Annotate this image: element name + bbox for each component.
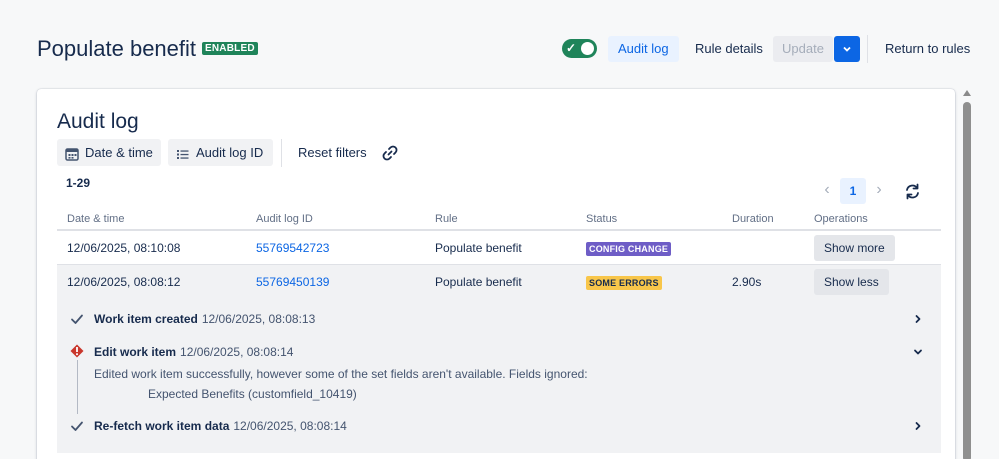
- step-connector: [77, 360, 78, 414]
- step-title: Work item created: [94, 312, 198, 326]
- update-dropdown-button[interactable]: [834, 36, 860, 62]
- column-header-id[interactable]: Audit log ID: [256, 213, 313, 225]
- step-time: 12/06/2025, 08:08:14: [233, 419, 347, 433]
- check-icon: [71, 314, 83, 324]
- check-icon: [71, 421, 83, 431]
- step-title: Edit work item: [94, 345, 177, 359]
- step-time: 12/06/2025, 08:08:13: [201, 312, 316, 326]
- pagination-page[interactable]: 1: [840, 178, 866, 204]
- status-badge: ENABLED: [202, 42, 258, 55]
- rule-header: Populate benefit ENABLED ✓ Audit log Rul…: [0, 0, 999, 90]
- results-range: 1-29: [66, 176, 91, 190]
- row-audit-id-link[interactable]: 55769542723: [256, 241, 329, 255]
- row-date: 12/06/2025, 08:08:12: [67, 275, 181, 289]
- step-title: Re-fetch work item data: [94, 419, 230, 433]
- header-divider: [867, 35, 868, 63]
- calendar-icon: [65, 147, 79, 161]
- row-rule: Populate benefit: [435, 275, 522, 289]
- date-time-filter-button[interactable]: Date & time: [57, 139, 161, 166]
- audit-log-id-filter-label: Audit log ID: [196, 145, 264, 160]
- row-date: 12/06/2025, 08:10:08: [67, 241, 181, 255]
- check-icon: ✓: [566, 41, 577, 55]
- column-header-rule[interactable]: Rule: [435, 213, 458, 225]
- show-more-button[interactable]: Show more: [814, 235, 895, 261]
- step-work-item-created: Work item created 12/06/2025, 08:08:13: [94, 312, 315, 326]
- chevron-left-icon[interactable]: ‹: [818, 180, 836, 200]
- toggle-knob: [581, 42, 594, 55]
- rule-details-button[interactable]: Rule details: [685, 36, 773, 62]
- column-header-operations: Operations: [814, 213, 868, 225]
- column-header-status[interactable]: Status: [586, 213, 617, 225]
- step-message: Edited work item successfully, however s…: [94, 367, 588, 381]
- update-button[interactable]: Update: [773, 36, 833, 62]
- row-rule: Populate benefit: [435, 241, 522, 255]
- row-duration: 2.90s: [732, 275, 762, 289]
- chevron-right-icon[interactable]: [912, 420, 924, 432]
- ignored-field: Expected Benefits (customfield_10419): [148, 387, 357, 401]
- chevron-right-icon[interactable]: ›: [870, 180, 888, 200]
- return-to-rules-button[interactable]: Return to rules: [875, 36, 980, 62]
- scroll-up-arrow[interactable]: [963, 90, 971, 96]
- date-time-filter-label: Date & time: [85, 145, 153, 160]
- chevron-down-icon[interactable]: [912, 346, 924, 358]
- step-refetch-work-item: Re-fetch work item data 12/06/2025, 08:08…: [94, 419, 347, 433]
- section-title: Audit log: [57, 110, 139, 133]
- step-edit-work-item: Edit work item 12/06/2025, 08:08:14: [94, 345, 293, 359]
- audit-log-id-filter-button[interactable]: Audit log ID: [168, 139, 273, 166]
- filter-divider: [281, 139, 282, 167]
- row-audit-id-link[interactable]: 55769450139: [256, 275, 329, 289]
- column-header-date[interactable]: Date & time: [67, 213, 124, 225]
- list-icon: [177, 149, 189, 159]
- column-header-duration[interactable]: Duration: [732, 213, 774, 225]
- reset-filters-button[interactable]: Reset filters: [288, 139, 377, 166]
- scroll-thumb[interactable]: [963, 102, 971, 459]
- step-time: 12/06/2025, 08:08:14: [180, 345, 294, 359]
- status-lozenge: SOME ERRORS: [586, 276, 662, 290]
- page-title: Populate benefit: [37, 36, 197, 61]
- show-less-button[interactable]: Show less: [814, 269, 889, 295]
- error-icon: [70, 344, 84, 358]
- scrollbar[interactable]: [962, 90, 972, 459]
- status-lozenge: CONFIG CHANGE: [586, 242, 672, 256]
- rule-enabled-toggle[interactable]: ✓: [562, 39, 597, 58]
- refresh-icon[interactable]: [903, 182, 922, 201]
- chevron-right-icon[interactable]: [912, 313, 924, 325]
- chevron-down-icon: [843, 46, 851, 52]
- link-icon[interactable]: [381, 144, 399, 162]
- audit-log-button[interactable]: Audit log: [608, 36, 679, 62]
